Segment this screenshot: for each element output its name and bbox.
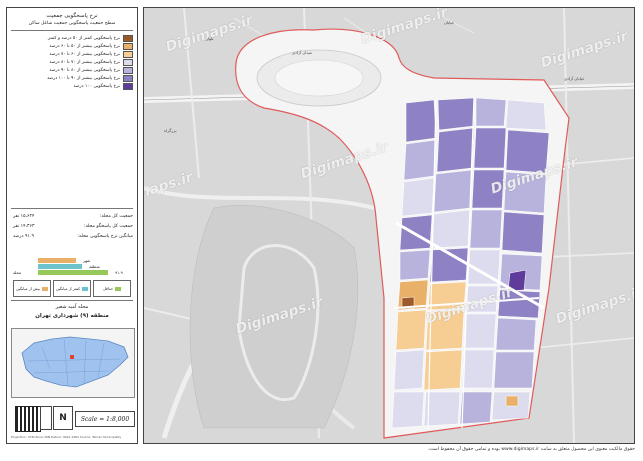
- block[interactable]: [423, 391, 461, 427]
- block[interactable]: [505, 99, 547, 131]
- stat-value: ۹۱.۹ درصد: [13, 234, 34, 239]
- mini-legend-label: کمتر از میانگین: [55, 286, 81, 291]
- legend-class-label: نرخ پاسخگویی بیشتر از ۸۰ تا ۹۰ درصد: [49, 68, 120, 73]
- map-frame[interactable]: Digimaps.ir Digimaps.ir Digimaps.ir Digi…: [143, 7, 635, 444]
- map-credit: Projection: UTM Zone 39N Datum: WGS 1984…: [11, 435, 122, 439]
- tehran-locator-map: [11, 328, 135, 398]
- locator-map-svg: [21, 336, 129, 388]
- mini-legend-item: بیش از میانگین: [13, 280, 51, 297]
- mini-legend-label: حداقل: [102, 286, 114, 291]
- legend-class-row: نرخ پاسخگویی بیشتر از ۵۰ تا ۶۰ درصد: [49, 43, 133, 50]
- legend-class-label: نرخ پاسخگویی بیشتر از ۵۰ تا ۶۰ درصد: [49, 44, 120, 49]
- block[interactable]: [493, 351, 535, 389]
- legend-swatch: [123, 35, 133, 42]
- mini-legend-item: کمتر از میانگین: [53, 280, 91, 297]
- comparison-bar-region: [38, 264, 82, 269]
- comparison-bar-neighborhood: [38, 270, 108, 275]
- block[interactable]: [459, 391, 493, 425]
- district-subtitle: منطقه (۹) شهرداری تهران: [35, 313, 109, 319]
- stat-label: جمعیت کل پاسخگو محله:: [83, 224, 133, 229]
- district-title: محله آمیه شعیر: [55, 304, 89, 310]
- mini-swatch: [41, 286, 48, 291]
- block[interactable]: [399, 214, 433, 251]
- footer-copyright: حقوق مالکیت معنوی این محصول متعلق به سای…: [427, 447, 635, 452]
- map-canvas[interactable]: [144, 8, 634, 443]
- legend-class-row: نرخ پاسخگویی بیشتر از ۹۰ تا ۱۰۰ درصد: [47, 75, 133, 82]
- legend-swatch: [123, 51, 133, 58]
- block[interactable]: [501, 211, 545, 254]
- azadi-square-inner: [274, 59, 364, 97]
- mini-legend-label: بیش از میانگین: [16, 286, 40, 291]
- legend-class-row: نرخ پاسخگویی کمتر از ۵۰ درصد و کمتر: [48, 35, 133, 42]
- neighborhood-marker: [70, 355, 74, 359]
- legend-class-row: نرخ پاسخگویی بیشتر از ۸۰ تا ۹۰ درصد: [49, 67, 133, 74]
- stat-value: ۱۴،۳۶۳ نفر: [13, 224, 35, 229]
- map-sheet: نرخ پاسخگویی جمعیت سطح جمعیت پاسخگویی جم…: [0, 0, 643, 461]
- block[interactable]: [436, 127, 475, 173]
- block[interactable]: [393, 349, 425, 391]
- map-label: میدان آزادی: [292, 50, 312, 55]
- scale-label: Scale = 1:8,000: [75, 411, 135, 427]
- map-label: خیابان: [444, 20, 455, 25]
- block[interactable]: [495, 317, 537, 351]
- legend-subtitle: سطح جمعیت پاسخگویی جمعیت شاغل ساکن: [28, 21, 116, 26]
- stat-row: جمعیت کل پاسخگو محله: ۱۴،۳۶۳ نفر: [13, 224, 133, 231]
- north-arrow-icon: N: [53, 406, 73, 430]
- block[interactable]: [399, 249, 431, 281]
- choropleth-blocks: [391, 97, 550, 429]
- legend-class-row: نرخ پاسخگویی بیشتر از ۶۰ تا ۷۰ درصد: [49, 51, 133, 58]
- legend-class-label: نرخ پاسخگویی ۱۰۰ درصد: [73, 84, 120, 89]
- legend-title: نرخ پاسخگویی جمعیت: [46, 13, 98, 19]
- legend-class-row: نرخ پاسخگویی ۱۰۰ درصد: [73, 83, 133, 90]
- block[interactable]: [469, 209, 503, 249]
- tehran-outline: [21, 336, 129, 388]
- legend-swatch: [123, 43, 133, 50]
- block[interactable]: [505, 395, 519, 407]
- map-label: بزرگراه: [164, 128, 177, 133]
- legend-swatch: [123, 67, 133, 74]
- legend-class-label: نرخ پاسخگویی کمتر از ۵۰ درصد و کمتر: [48, 36, 120, 41]
- mini-swatch: [82, 286, 89, 291]
- mini-legend-item: حداقل: [93, 280, 131, 297]
- bar-value: ۹۱.۹: [115, 270, 123, 275]
- stat-row: جمعیت کل محله: ۱۵،۶۲۴ نفر: [13, 214, 133, 221]
- legend-class-row: نرخ پاسخگویی بیشتر از ۷۰ تا ۸۰ درصد: [49, 59, 133, 66]
- block[interactable]: [395, 309, 427, 351]
- map-label: بلوار: [206, 36, 214, 41]
- legend-swatch: [123, 75, 133, 82]
- legend-class-label: نرخ پاسخگویی بیشتر از ۷۰ تا ۸۰ درصد: [49, 60, 120, 65]
- mini-swatch: [115, 286, 122, 291]
- block[interactable]: [403, 139, 437, 181]
- stat-label: جمعیت کل محله:: [99, 214, 133, 219]
- divider: [11, 208, 133, 209]
- divider: [11, 30, 133, 31]
- block[interactable]: [391, 391, 425, 429]
- bar-label: منطقه: [89, 264, 100, 269]
- block[interactable]: [473, 127, 507, 169]
- stat-label: میانگین نرخ پاسخگویی محله:: [77, 234, 133, 239]
- comparison-bar-city: [38, 258, 76, 263]
- legend-swatch: [123, 83, 133, 90]
- block[interactable]: [401, 177, 435, 217]
- block[interactable]: [475, 97, 507, 127]
- block[interactable]: [431, 209, 471, 249]
- map-label: خیابان آزادی: [564, 76, 585, 81]
- divider: [11, 300, 133, 301]
- stat-row: میانگین نرخ پاسخگویی محله: ۹۱.۹ درصد: [13, 234, 133, 241]
- block[interactable]: [461, 349, 495, 389]
- legend-class-label: نرخ پاسخگویی بیشتر از ۹۰ تا ۱۰۰ درصد: [47, 76, 120, 81]
- block[interactable]: [463, 313, 497, 349]
- legend-swatch: [123, 59, 133, 66]
- legend-panel: نرخ پاسخگویی جمعیت سطح جمعیت پاسخگویی جم…: [6, 7, 138, 444]
- bar-label: محله: [13, 270, 22, 275]
- stat-value: ۱۵،۶۲۴ نفر: [13, 214, 35, 219]
- block[interactable]: [437, 97, 475, 131]
- block[interactable]: [405, 99, 437, 143]
- legend-class-label: نرخ پاسخگویی بیشتر از ۶۰ تا ۷۰ درصد: [49, 52, 120, 57]
- qr-code-small: [40, 406, 52, 430]
- qr-code: [15, 406, 41, 432]
- bar-label: شهر: [83, 258, 91, 263]
- block[interactable]: [433, 169, 473, 213]
